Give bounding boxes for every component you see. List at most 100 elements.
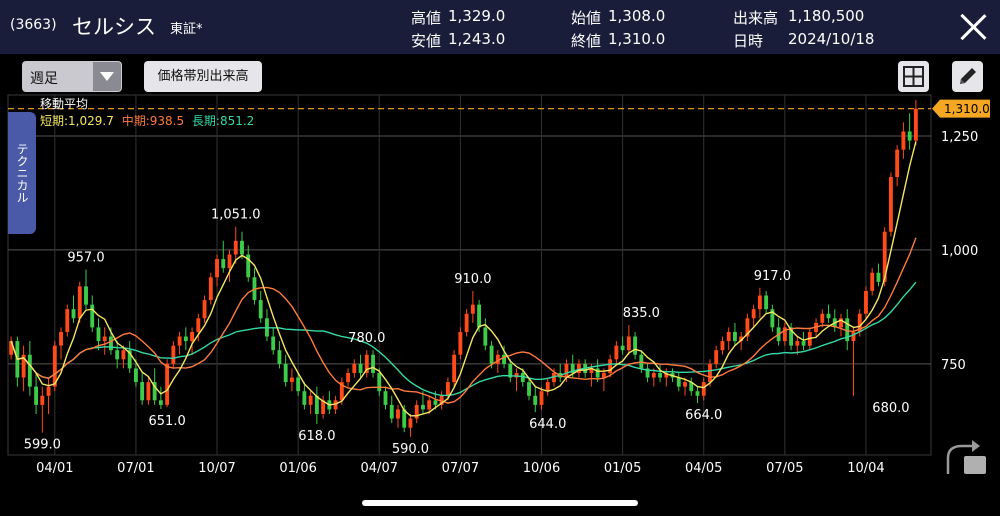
candle-body bbox=[864, 290, 868, 314]
candle-body bbox=[346, 372, 350, 383]
x-tick-label: 10/06 bbox=[523, 461, 560, 476]
candle-body bbox=[820, 313, 825, 323]
annotation-label: 644.0 bbox=[529, 417, 566, 432]
candle-body bbox=[221, 259, 226, 269]
candle-body bbox=[46, 386, 51, 396]
home-indicator[interactable] bbox=[362, 500, 638, 506]
candle-body bbox=[65, 309, 70, 332]
candle-body bbox=[458, 331, 463, 355]
candle-body bbox=[651, 372, 656, 378]
candle-body bbox=[683, 382, 687, 387]
candle-body bbox=[421, 404, 425, 410]
candle-body bbox=[40, 395, 45, 405]
candle-body bbox=[826, 313, 831, 319]
candle-body bbox=[751, 309, 756, 319]
candle-body bbox=[90, 304, 95, 328]
current-price-badge: 1,310.0 bbox=[932, 99, 990, 118]
candle-body bbox=[527, 382, 531, 396]
candle-body bbox=[208, 277, 213, 301]
rotate-button[interactable] bbox=[940, 434, 992, 480]
annotation-label: 618.0 bbox=[298, 429, 335, 444]
candle-body bbox=[271, 336, 276, 351]
candle-body bbox=[595, 368, 600, 378]
candle-body bbox=[377, 372, 382, 392]
candle-body bbox=[564, 363, 569, 378]
candle-body bbox=[470, 304, 475, 314]
candle-body bbox=[433, 400, 438, 405]
ma-short-value: 短期:1,029.7 bbox=[40, 114, 114, 128]
x-tick-label: 01/06 bbox=[279, 461, 316, 476]
candle-body bbox=[539, 391, 544, 405]
candle-body bbox=[27, 354, 32, 387]
candle-body bbox=[289, 377, 294, 383]
candle-body bbox=[720, 341, 725, 351]
candle-body bbox=[714, 350, 719, 364]
candle-body bbox=[464, 313, 469, 332]
candle-body bbox=[308, 395, 313, 405]
candle-body bbox=[171, 345, 176, 364]
technical-tab[interactable]: テクニカル bbox=[8, 112, 36, 234]
ma-legend-title: 移動平均 bbox=[40, 97, 89, 111]
candle-body bbox=[133, 368, 138, 383]
annotation-label: 780.0 bbox=[348, 331, 385, 346]
candle-body bbox=[77, 286, 82, 319]
candle-body bbox=[452, 354, 457, 383]
candle-body bbox=[358, 363, 363, 373]
annotation-label: 599.0 bbox=[24, 438, 61, 453]
y-tick-label: 1,250 bbox=[941, 130, 978, 145]
candle-body bbox=[183, 336, 188, 342]
candle-body bbox=[489, 345, 494, 364]
candle-body bbox=[726, 331, 731, 342]
annotation-label: 1,051.0 bbox=[211, 208, 261, 223]
candle-body bbox=[102, 336, 107, 342]
candle-body bbox=[732, 331, 737, 342]
candle-body bbox=[876, 272, 881, 282]
candle-body bbox=[227, 254, 232, 269]
annotation-label: 957.0 bbox=[67, 251, 104, 266]
y-tick-label: 1,000 bbox=[941, 244, 978, 259]
x-tick-label: 01/05 bbox=[604, 461, 641, 476]
candle-body bbox=[888, 177, 893, 232]
candle-body bbox=[801, 341, 806, 346]
candle-body bbox=[701, 382, 706, 396]
y-axis-ticks: 1,250 1,000 750 bbox=[941, 130, 978, 373]
ma-mid-line bbox=[10, 237, 917, 404]
candle-body bbox=[71, 309, 76, 319]
candle-body bbox=[427, 400, 432, 410]
candle-body bbox=[383, 391, 388, 405]
candle-body bbox=[483, 327, 488, 346]
candle-body bbox=[851, 331, 856, 342]
candle-body bbox=[477, 304, 482, 328]
candle-body bbox=[233, 240, 238, 255]
candle-body bbox=[795, 341, 800, 346]
x-axis-ticks: 04/01 07/01 10/07 01/06 04/07 07/07 10/06 01/05… bbox=[36, 461, 885, 476]
candle-body bbox=[445, 382, 450, 396]
candle-body bbox=[614, 345, 619, 360]
candle-body bbox=[695, 391, 700, 396]
annotation-label: 917.0 bbox=[754, 269, 791, 284]
candle-body bbox=[895, 149, 900, 178]
candle-body bbox=[633, 336, 638, 355]
candle-body bbox=[140, 382, 145, 401]
candle-body bbox=[907, 131, 912, 141]
candle-body bbox=[196, 318, 201, 332]
candle-body bbox=[96, 327, 101, 342]
rotate-icon bbox=[946, 440, 986, 474]
x-tick-label: 07/05 bbox=[766, 461, 803, 476]
candle-body bbox=[177, 336, 182, 346]
candle-body bbox=[240, 240, 244, 255]
annotation-label: 651.0 bbox=[149, 414, 186, 429]
candle-body bbox=[121, 350, 126, 360]
candle-body bbox=[215, 259, 219, 278]
candle-body bbox=[396, 409, 400, 419]
ma-legend: 移動平均 短期:1,029.7 中期:938.5 長期:851.2 bbox=[40, 95, 254, 129]
candle-body bbox=[533, 395, 538, 405]
candle-body bbox=[352, 363, 357, 373]
annotation-label: 590.0 bbox=[392, 442, 429, 457]
annotation-label: 664.0 bbox=[685, 408, 722, 423]
candlestick-chart[interactable]: 599.0 957.0 651.0 1,051.0 618.0 780.0 590.0 910… bbox=[0, 0, 1000, 516]
candle-body bbox=[258, 300, 263, 319]
candle-body bbox=[115, 350, 120, 360]
annotation-label: 910.0 bbox=[454, 272, 491, 287]
candle-body bbox=[658, 372, 662, 378]
